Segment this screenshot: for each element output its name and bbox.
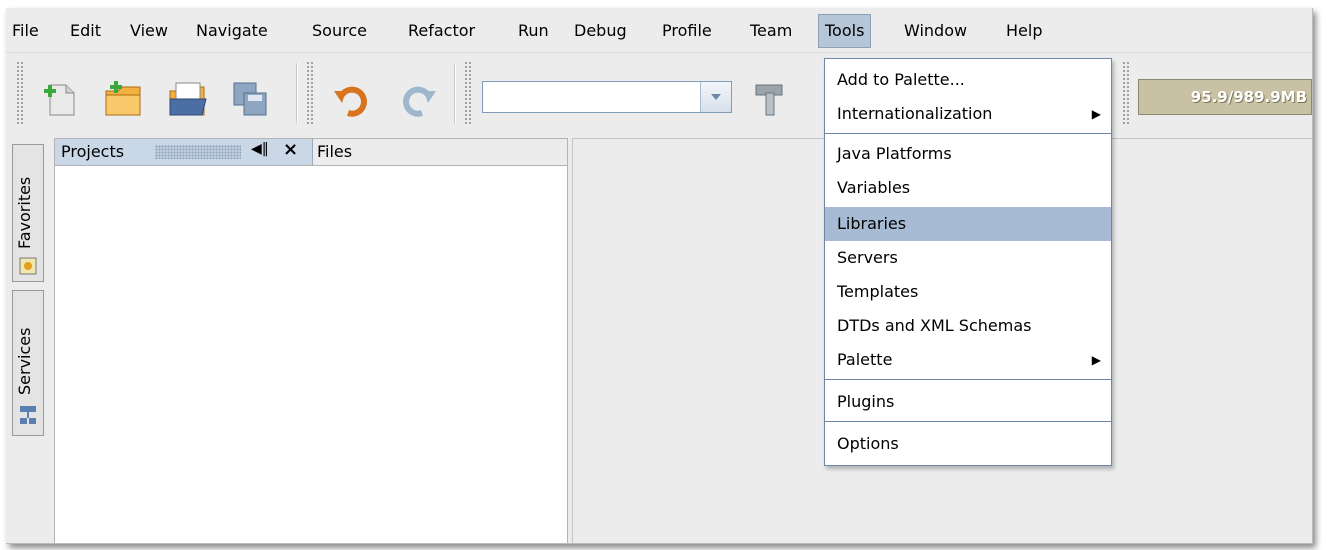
toolbar-grip[interactable] (1122, 61, 1130, 125)
menu-refactor[interactable]: Refactor (402, 14, 481, 48)
menu-item-label: Libraries (837, 214, 907, 233)
menu-view[interactable]: View (124, 14, 174, 48)
menu-item-variables[interactable]: Variables (825, 171, 1111, 205)
menu-separator (825, 379, 1111, 380)
menu-item-palette[interactable]: Palette ▶ (825, 343, 1111, 377)
chevron-down-icon[interactable] (700, 82, 731, 112)
menu-item-label: Palette (837, 350, 893, 369)
menu-run[interactable]: Run (512, 14, 555, 48)
menu-tools[interactable]: Tools (818, 14, 872, 48)
minimize-icon[interactable]: ◀‖ (251, 141, 269, 157)
menu-edit[interactable]: Edit (64, 14, 107, 48)
menu-item-templates[interactable]: Templates (825, 275, 1111, 309)
open-project-icon[interactable] (166, 81, 210, 121)
menu-item-label: DTDs and XML Schemas (837, 316, 1032, 335)
menu-item-internationalization[interactable]: Internationalization ▶ (825, 97, 1111, 131)
toolbar-separator (296, 63, 298, 123)
memory-indicator[interactable]: 95.9/989.9MB (1138, 79, 1312, 115)
projects-panel: Projects ◀‖ × Files (54, 138, 568, 543)
tools-menu-dropdown: Add to Palette... Internationalization ▶… (824, 58, 1112, 466)
menu-team[interactable]: Team (744, 14, 798, 48)
menu-item-libraries[interactable]: Libraries (825, 207, 1111, 241)
undo-icon[interactable] (332, 81, 376, 121)
menu-item-plugins[interactable]: Plugins (825, 385, 1111, 419)
menu-item-label: Internationalization (837, 104, 993, 123)
menu-separator (825, 133, 1111, 134)
submenu-arrow-icon: ▶ (1091, 353, 1101, 367)
new-project-icon[interactable] (102, 81, 146, 121)
tab-projects-label: Projects (61, 142, 125, 161)
toolbar-grip[interactable] (464, 61, 472, 125)
sidebar-tab-favorites[interactable]: Favorites (12, 144, 44, 282)
menu-help[interactable]: Help (1000, 14, 1048, 48)
menu-item-label: Plugins (837, 392, 895, 411)
configuration-combo[interactable] (482, 81, 732, 113)
menu-item-label: Variables (837, 178, 911, 197)
save-all-icon[interactable] (230, 81, 274, 121)
menu-profile[interactable]: Profile (656, 14, 718, 48)
tab-files[interactable]: Files (313, 139, 352, 165)
menu-item-label: Templates (837, 282, 919, 301)
menu-source[interactable]: Source (306, 14, 373, 48)
new-file-icon[interactable] (42, 81, 82, 121)
close-icon[interactable]: × (283, 139, 298, 160)
sidebar-tab-favorites-label: Favorites (15, 176, 34, 249)
toolbar-separator (454, 63, 456, 123)
ide-window: File Edit View Navigate Source Refactor … (6, 8, 1313, 544)
toolbar: 95.9/989.9MB (6, 52, 1312, 133)
sidebar-tab-services-label: Services (15, 327, 34, 395)
menu-item-dtds-xml-schemas[interactable]: DTDs and XML Schemas (825, 309, 1111, 343)
favorites-icon (19, 257, 37, 279)
menu-item-label: Options (837, 434, 899, 453)
submenu-arrow-icon: ▶ (1091, 107, 1101, 121)
menu-file[interactable]: File (6, 14, 45, 48)
services-icon (19, 405, 37, 431)
drag-grip[interactable] (155, 145, 241, 159)
menu-debug[interactable]: Debug (568, 14, 633, 48)
tab-files-label: Files (317, 142, 353, 161)
sidebar-tab-services[interactable]: Services (12, 290, 44, 436)
menu-separator (825, 421, 1111, 422)
redo-icon[interactable] (396, 81, 440, 121)
tab-projects[interactable]: Projects ◀‖ × (55, 139, 313, 165)
menu-item-add-to-palette[interactable]: Add to Palette... (825, 63, 1111, 97)
menu-navigate[interactable]: Navigate (190, 14, 274, 48)
menu-item-label: Add to Palette... (837, 70, 965, 89)
menu-item-options[interactable]: Options (825, 427, 1111, 461)
toolbar-grip[interactable] (16, 61, 24, 125)
menu-item-label: Servers (837, 248, 898, 267)
menu-window[interactable]: Window (898, 14, 973, 48)
build-icon[interactable] (752, 81, 792, 121)
menu-bar: File Edit View Navigate Source Refactor … (6, 14, 1312, 48)
toolbar-grip[interactable] (306, 61, 314, 125)
menu-item-java-platforms[interactable]: Java Platforms (825, 137, 1111, 171)
menu-item-label: Java Platforms (837, 144, 952, 163)
left-sidebar: Favorites Services (6, 136, 52, 543)
panel-tab-bar: Projects ◀‖ × Files (55, 139, 567, 166)
menu-item-servers[interactable]: Servers (825, 241, 1111, 275)
